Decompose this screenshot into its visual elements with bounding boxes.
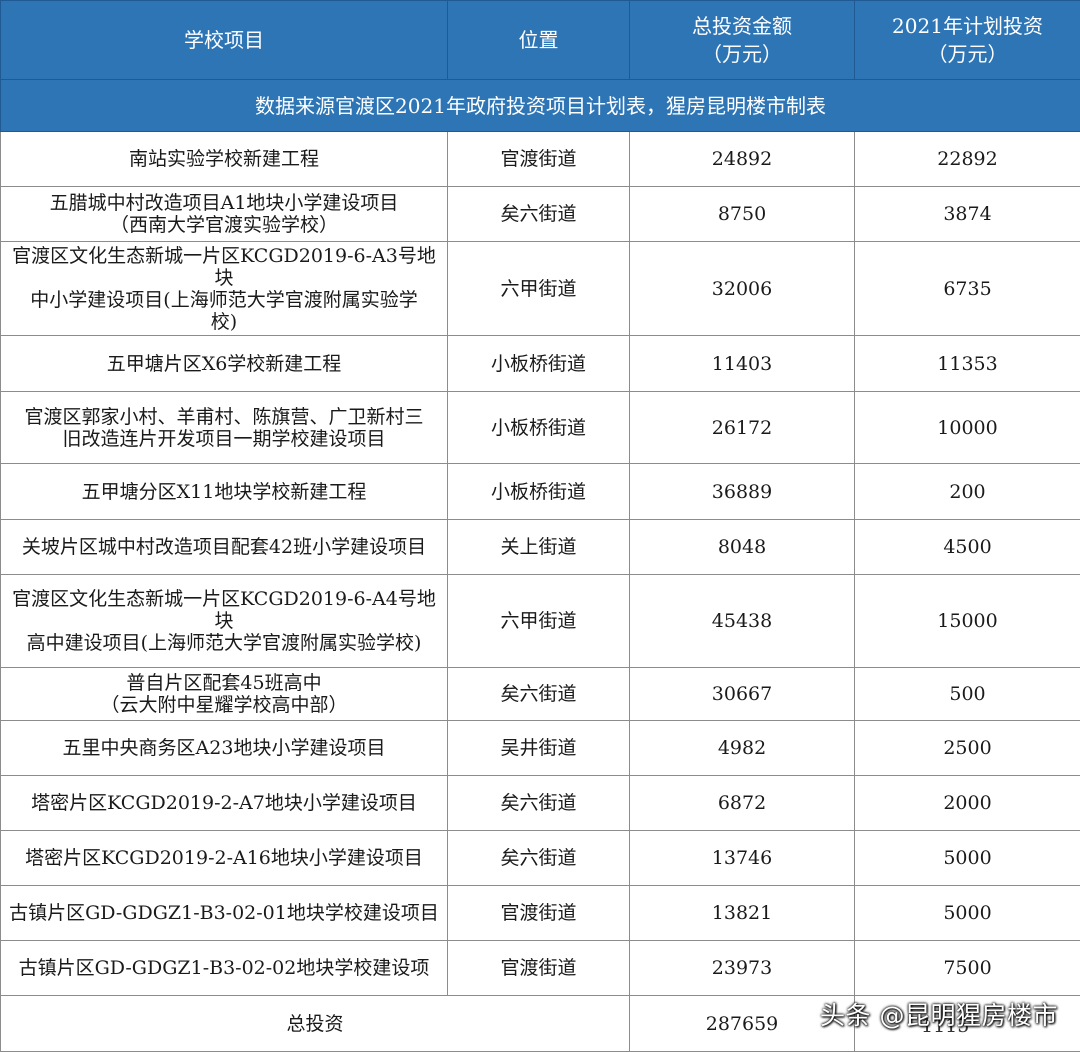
plan-2021: 2500	[854, 720, 1080, 776]
table-row: 官渡区郭家小村、羊甫村、陈旗营、广卫新村三 旧改造连片开发项目一期学校建设项目 …	[0, 391, 1080, 464]
total-label: 总投资	[0, 995, 630, 1052]
header-2021-plan: 2021年计划投资 （万元）	[854, 0, 1080, 80]
source-note-row: 数据来源官渡区2021年政府投资项目计划表，猩房昆明楼市制表	[0, 79, 1080, 132]
total-investment: 45438	[629, 574, 855, 668]
location: 官渡街道	[447, 131, 630, 187]
location: 吴井街道	[447, 720, 630, 776]
total-investment: 4982	[629, 720, 855, 776]
location: 矣六街道	[447, 830, 630, 886]
total-investment: 11403	[629, 335, 855, 392]
project-name: 关坡片区城中村改造项目配套42班小学建设项目	[0, 519, 448, 575]
table-row: 官渡区文化生态新城一片区KCGD2019-6-A3号地块 中小学建设项目(上海师…	[0, 241, 1080, 336]
table-row: 官渡区文化生态新城一片区KCGD2019-6-A4号地块 高中建设项目(上海师范…	[0, 574, 1080, 668]
project-name: 塔密片区KCGD2019-2-A16地块小学建设项目	[0, 830, 448, 886]
plan-2021: 5000	[854, 830, 1080, 886]
project-name: 五腊城中村改造项目A1地块小学建设项目 （西南大学官渡实验学校）	[0, 186, 448, 242]
total-investment: 13821	[629, 885, 855, 941]
header-project: 学校项目	[0, 0, 448, 80]
table-row: 五甲塘片区X6学校新建工程 小板桥街道 11403 11353	[0, 335, 1080, 392]
project-name: 普自片区配套45班高中 （云大附中星耀学校高中部）	[0, 667, 448, 721]
table-row: 古镇片区GD-GDGZ1-B3-02-01地块学校建设项目 官渡街道 13821…	[0, 885, 1080, 941]
location: 六甲街道	[447, 241, 630, 336]
plan-2021: 5000	[854, 885, 1080, 941]
total-investment: 13746	[629, 830, 855, 886]
table-row: 五里中央商务区A23地块小学建设项目 吴井街道 4982 2500	[0, 720, 1080, 776]
project-name: 官渡区文化生态新城一片区KCGD2019-6-A4号地块 高中建设项目(上海师范…	[0, 574, 448, 668]
header-total-investment: 总投资金额 （万元）	[629, 0, 855, 80]
plan-2021: 15000	[854, 574, 1080, 668]
location: 矣六街道	[447, 667, 630, 721]
table-row: 塔密片区KCGD2019-2-A7地块小学建设项目 矣六街道 6872 2000	[0, 775, 1080, 831]
plan-2021: 7500	[854, 940, 1080, 996]
location: 矣六街道	[447, 186, 630, 242]
plan-2021: 4500	[854, 519, 1080, 575]
table-row: 南站实验学校新建工程 官渡街道 24892 22892	[0, 131, 1080, 187]
location: 六甲街道	[447, 574, 630, 668]
plan-2021: 2000	[854, 775, 1080, 831]
total-investment: 32006	[629, 241, 855, 336]
total-investment: 36889	[629, 463, 855, 520]
header-location: 位置	[447, 0, 630, 80]
location: 小板桥街道	[447, 463, 630, 520]
location: 官渡街道	[447, 940, 630, 996]
project-name: 官渡区郭家小村、羊甫村、陈旗营、广卫新村三 旧改造连片开发项目一期学校建设项目	[0, 391, 448, 464]
total-investment: 6872	[629, 775, 855, 831]
project-name: 五甲塘分区X11地块学校新建工程	[0, 463, 448, 520]
plan-2021: 22892	[854, 131, 1080, 187]
project-name: 塔密片区KCGD2019-2-A7地块小学建设项目	[0, 775, 448, 831]
project-name: 五甲塘片区X6学校新建工程	[0, 335, 448, 392]
project-name: 古镇片区GD-GDGZ1-B3-02-02地块学校建设项	[0, 940, 448, 996]
table-row: 塔密片区KCGD2019-2-A16地块小学建设项目 矣六街道 13746 50…	[0, 830, 1080, 886]
location: 矣六街道	[447, 775, 630, 831]
location: 关上街道	[447, 519, 630, 575]
plan-2021: 10000	[854, 391, 1080, 464]
location: 小板桥街道	[447, 335, 630, 392]
project-name: 古镇片区GD-GDGZ1-B3-02-01地块学校建设项目	[0, 885, 448, 941]
table-row: 五甲塘分区X11地块学校新建工程 小板桥街道 36889 200	[0, 463, 1080, 520]
plan-2021: 11353	[854, 335, 1080, 392]
plan-2021: 6735	[854, 241, 1080, 336]
total-investment: 24892	[629, 131, 855, 187]
table-row: 关坡片区城中村改造项目配套42班小学建设项目 关上街道 8048 4500	[0, 519, 1080, 575]
plan-2021: 500	[854, 667, 1080, 721]
investment-table: 学校项目 位置 总投资金额 （万元） 2021年计划投资 （万元） 数据来源官渡…	[0, 0, 1080, 1052]
header-row: 学校项目 位置 总投资金额 （万元） 2021年计划投资 （万元）	[0, 0, 1080, 80]
source-note: 数据来源官渡区2021年政府投资项目计划表，猩房昆明楼市制表	[0, 79, 1080, 132]
table-row: 五腊城中村改造项目A1地块小学建设项目 （西南大学官渡实验学校） 矣六街道 87…	[0, 186, 1080, 242]
total-investment: 30667	[629, 667, 855, 721]
table-row: 古镇片区GD-GDGZ1-B3-02-02地块学校建设项 官渡街道 23973 …	[0, 940, 1080, 996]
plan-2021: 3874	[854, 186, 1080, 242]
total-investment: 26172	[629, 391, 855, 464]
location: 官渡街道	[447, 885, 630, 941]
project-name: 五里中央商务区A23地块小学建设项目	[0, 720, 448, 776]
location: 小板桥街道	[447, 391, 630, 464]
project-name: 官渡区文化生态新城一片区KCGD2019-6-A3号地块 中小学建设项目(上海师…	[0, 241, 448, 336]
total-investment: 8750	[629, 186, 855, 242]
project-name: 南站实验学校新建工程	[0, 131, 448, 187]
total-investment: 8048	[629, 519, 855, 575]
table-row: 普自片区配套45班高中 （云大附中星耀学校高中部） 矣六街道 30667 500	[0, 667, 1080, 721]
watermark: 头条 @昆明猩房楼市	[820, 1001, 1058, 1030]
plan-2021: 200	[854, 463, 1080, 520]
total-investment: 23973	[629, 940, 855, 996]
